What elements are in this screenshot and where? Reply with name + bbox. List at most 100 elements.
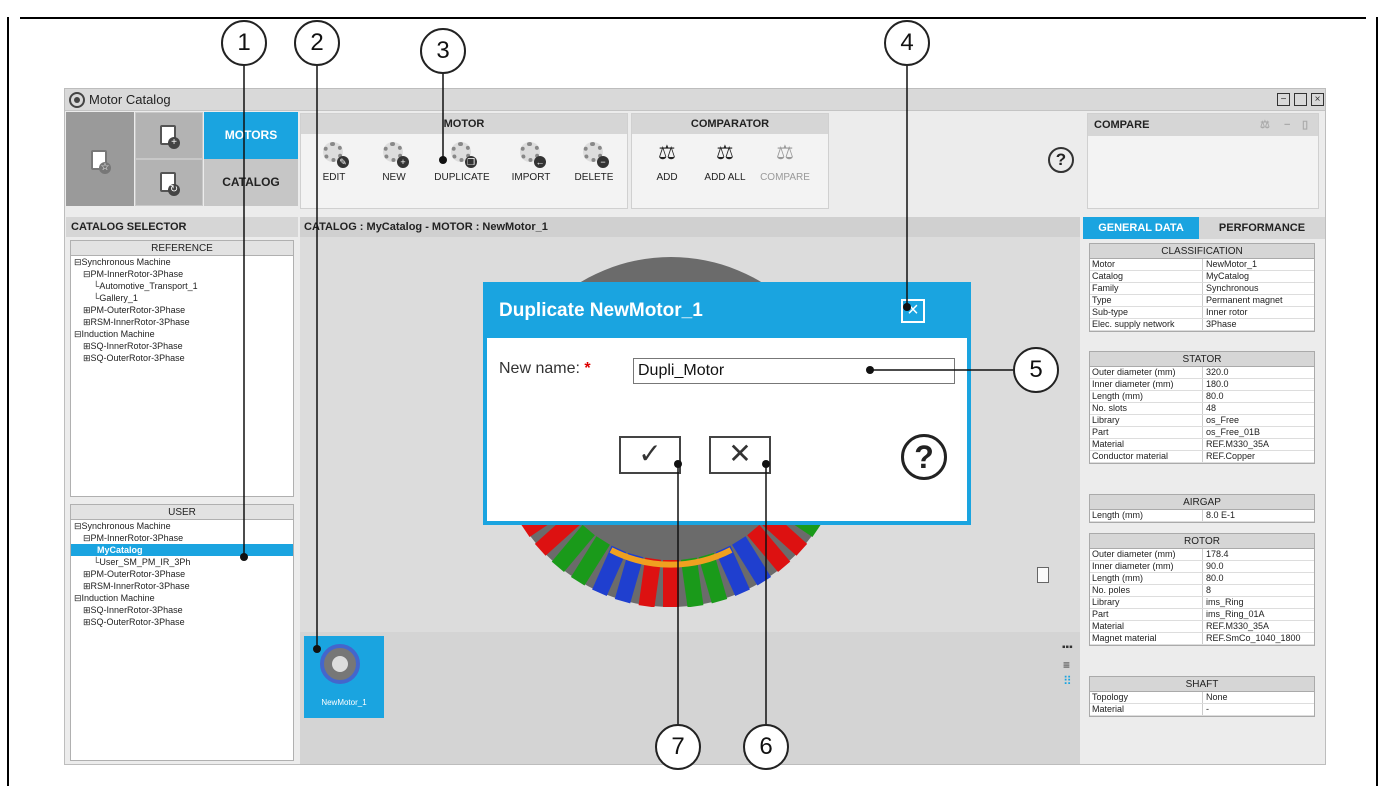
- shaft-section: SHAFT Topology None Material -: [1089, 676, 1315, 717]
- cancel-button[interactable]: ✕: [709, 436, 771, 474]
- edit-gear-icon: ✎: [321, 140, 349, 168]
- data-row: Part ims_Ring_01A: [1090, 609, 1314, 621]
- tree-item[interactable]: ⊟Synchronous Machine: [71, 256, 293, 268]
- delete-button[interactable]: − DELETE: [563, 140, 625, 183]
- comparator-ribbon-group: COMPARATOR ⚖ ADD ⚖ ADD ALL ⚖ COMPARE: [631, 113, 829, 209]
- duplicate-gear-icon: ❐: [449, 140, 477, 168]
- tree-item[interactable]: └Gallery_1: [71, 292, 293, 304]
- breadcrumb: CATALOG : MyCatalog - MOTOR : NewMotor_1: [300, 217, 1080, 237]
- motor-ribbon-group: MOTOR ✎ EDIT + NEW ❐ DUPLICATE ← IMPORT …: [300, 113, 628, 209]
- frame-left-line: [7, 17, 9, 786]
- motor-thumbnail-icon: [320, 644, 360, 684]
- data-row: Length (mm) 80.0: [1090, 573, 1314, 585]
- favorites-tile[interactable]: ☆: [66, 112, 134, 206]
- callout-dot-4: [903, 303, 911, 311]
- add-all-button[interactable]: ⚖ ADD ALL: [694, 140, 756, 183]
- callout-2: 2: [294, 20, 340, 66]
- close-window-button[interactable]: ×: [1311, 93, 1324, 106]
- view-strip-icon[interactable]: ▪▪▪: [1062, 642, 1073, 653]
- compare-panel-trash-icon[interactable]: ▯: [1302, 114, 1308, 136]
- data-row: Type Permanent magnet: [1090, 295, 1314, 307]
- data-row: Library ims_Ring: [1090, 597, 1314, 609]
- tree-item[interactable]: ⊟PM-InnerRotor-3Phase: [71, 532, 293, 544]
- data-row: Length (mm) 8.0 E-1: [1090, 510, 1314, 522]
- duplicate-dialog: Duplicate NewMotor_1 × New name: * ✓ ✕ ?: [483, 282, 971, 525]
- tree-item[interactable]: ⊞SQ-OuterRotor-3Phase: [71, 352, 293, 364]
- edit-button[interactable]: ✎ EDIT: [303, 140, 365, 183]
- add-compare-button[interactable]: ⚖ ADD: [636, 140, 698, 183]
- confirm-button[interactable]: ✓: [619, 436, 681, 474]
- tree-item[interactable]: ⊟Synchronous Machine: [71, 520, 293, 532]
- data-row: Outer diameter (mm) 320.0: [1090, 367, 1314, 379]
- callout-dot-1: [240, 553, 248, 561]
- data-row: Material -: [1090, 704, 1314, 716]
- compare-button[interactable]: ⚖ COMPARE: [754, 140, 816, 183]
- tree-item[interactable]: └User_SM_PM_IR_3Ph: [71, 556, 293, 568]
- data-row: Inner diameter (mm) 90.0: [1090, 561, 1314, 573]
- compare-panel-scale-icon[interactable]: ⚖: [1260, 114, 1270, 136]
- tree-item[interactable]: ⊞RSM-InnerRotor-3Phase: [71, 316, 293, 328]
- add-label: ADD: [656, 172, 678, 183]
- motor-sheet-icon[interactable]: [1037, 567, 1049, 583]
- tree-item[interactable]: ⊞SQ-InnerRotor-3Phase: [71, 340, 293, 352]
- scale-add-icon: ⚖: [658, 142, 676, 164]
- motor-data-panel: GENERAL DATA PERFORMANCE CLASSIFICATION …: [1083, 217, 1325, 764]
- tree-item[interactable]: ⊞PM-OuterRotor-3Phase: [71, 568, 293, 580]
- tree-item[interactable]: ⊟PM-InnerRotor-3Phase: [71, 268, 293, 280]
- data-row: Conductor material REF.Copper: [1090, 451, 1314, 463]
- import-gear-icon: ←: [518, 140, 546, 168]
- tab-motors[interactable]: MOTORS: [204, 112, 298, 159]
- compare-panel: COMPARE ⚖ − ▯: [1087, 113, 1319, 209]
- new-name-input[interactable]: [633, 358, 955, 384]
- duplicate-label: DUPLICATE: [434, 172, 490, 183]
- view-list-icon[interactable]: ≡: [1063, 658, 1070, 672]
- dialog-help-icon[interactable]: ?: [901, 434, 947, 480]
- new-name-label: New name: *: [499, 360, 591, 377]
- tree-item[interactable]: ⊟Induction Machine: [71, 592, 293, 604]
- catalog-selector-title: CATALOG SELECTOR: [66, 217, 298, 237]
- classification-title: CLASSIFICATION: [1090, 244, 1314, 259]
- maximize-button[interactable]: [1294, 93, 1307, 106]
- help-icon[interactable]: ?: [1048, 147, 1074, 173]
- new-gear-icon: +: [381, 140, 409, 168]
- tab-catalog[interactable]: CATALOG: [204, 159, 298, 206]
- tree-item-selected[interactable]: MyCatalog: [71, 544, 293, 556]
- new-label: NEW: [382, 172, 406, 183]
- tree-item[interactable]: ⊟Induction Machine: [71, 328, 293, 340]
- compare-panel-title: COMPARE: [1094, 119, 1150, 131]
- compare-label: COMPARE: [760, 172, 810, 183]
- motor-group-title: MOTOR: [301, 114, 627, 134]
- callout-dot-3: [439, 156, 447, 164]
- comparator-group-title: COMPARATOR: [632, 114, 828, 134]
- reference-tree-header: REFERENCE: [71, 241, 293, 256]
- tree-item[interactable]: ⊞SQ-OuterRotor-3Phase: [71, 616, 293, 628]
- tab-performance[interactable]: PERFORMANCE: [1199, 217, 1325, 239]
- classification-section: CLASSIFICATION Motor NewMotor_1 Catalog My…: [1089, 243, 1315, 332]
- refresh-catalog-tile[interactable]: ↻: [135, 159, 203, 206]
- new-catalog-tile[interactable]: +: [135, 112, 203, 159]
- compare-panel-remove-icon[interactable]: −: [1284, 114, 1290, 136]
- dialog-header: Duplicate NewMotor_1 ×: [487, 286, 967, 338]
- tree-item[interactable]: ⊞RSM-InnerRotor-3Phase: [71, 580, 293, 592]
- tree-item[interactable]: ⊞PM-OuterRotor-3Phase: [71, 304, 293, 316]
- user-tree-header: USER: [71, 505, 293, 520]
- data-row: Length (mm) 80.0: [1090, 391, 1314, 403]
- tree-item[interactable]: └Automotive_Transport_1: [71, 280, 293, 292]
- data-row: Elec. supply network 3Phase: [1090, 319, 1314, 331]
- minimize-button[interactable]: −: [1277, 93, 1290, 106]
- callout-1: 1: [221, 20, 267, 66]
- import-button[interactable]: ← IMPORT: [500, 140, 562, 183]
- data-row: Outer diameter (mm) 178.4: [1090, 549, 1314, 561]
- data-row: Family Synchronous: [1090, 283, 1314, 295]
- rotor-title: ROTOR: [1090, 534, 1314, 549]
- tab-general-data[interactable]: GENERAL DATA: [1083, 217, 1199, 239]
- frame-top-line: [20, 17, 1366, 19]
- callout-7: 7: [655, 724, 701, 770]
- stator-section: STATOR Outer diameter (mm) 320.0 Inner di…: [1089, 351, 1315, 464]
- data-row: Catalog MyCatalog: [1090, 271, 1314, 283]
- tree-item[interactable]: ⊞SQ-InnerRotor-3Phase: [71, 604, 293, 616]
- data-row: Material REF.M330_35A: [1090, 621, 1314, 633]
- scale-compare-icon: ⚖: [776, 142, 794, 164]
- new-button[interactable]: + NEW: [363, 140, 425, 183]
- view-grid-icon[interactable]: ⠿: [1063, 674, 1072, 688]
